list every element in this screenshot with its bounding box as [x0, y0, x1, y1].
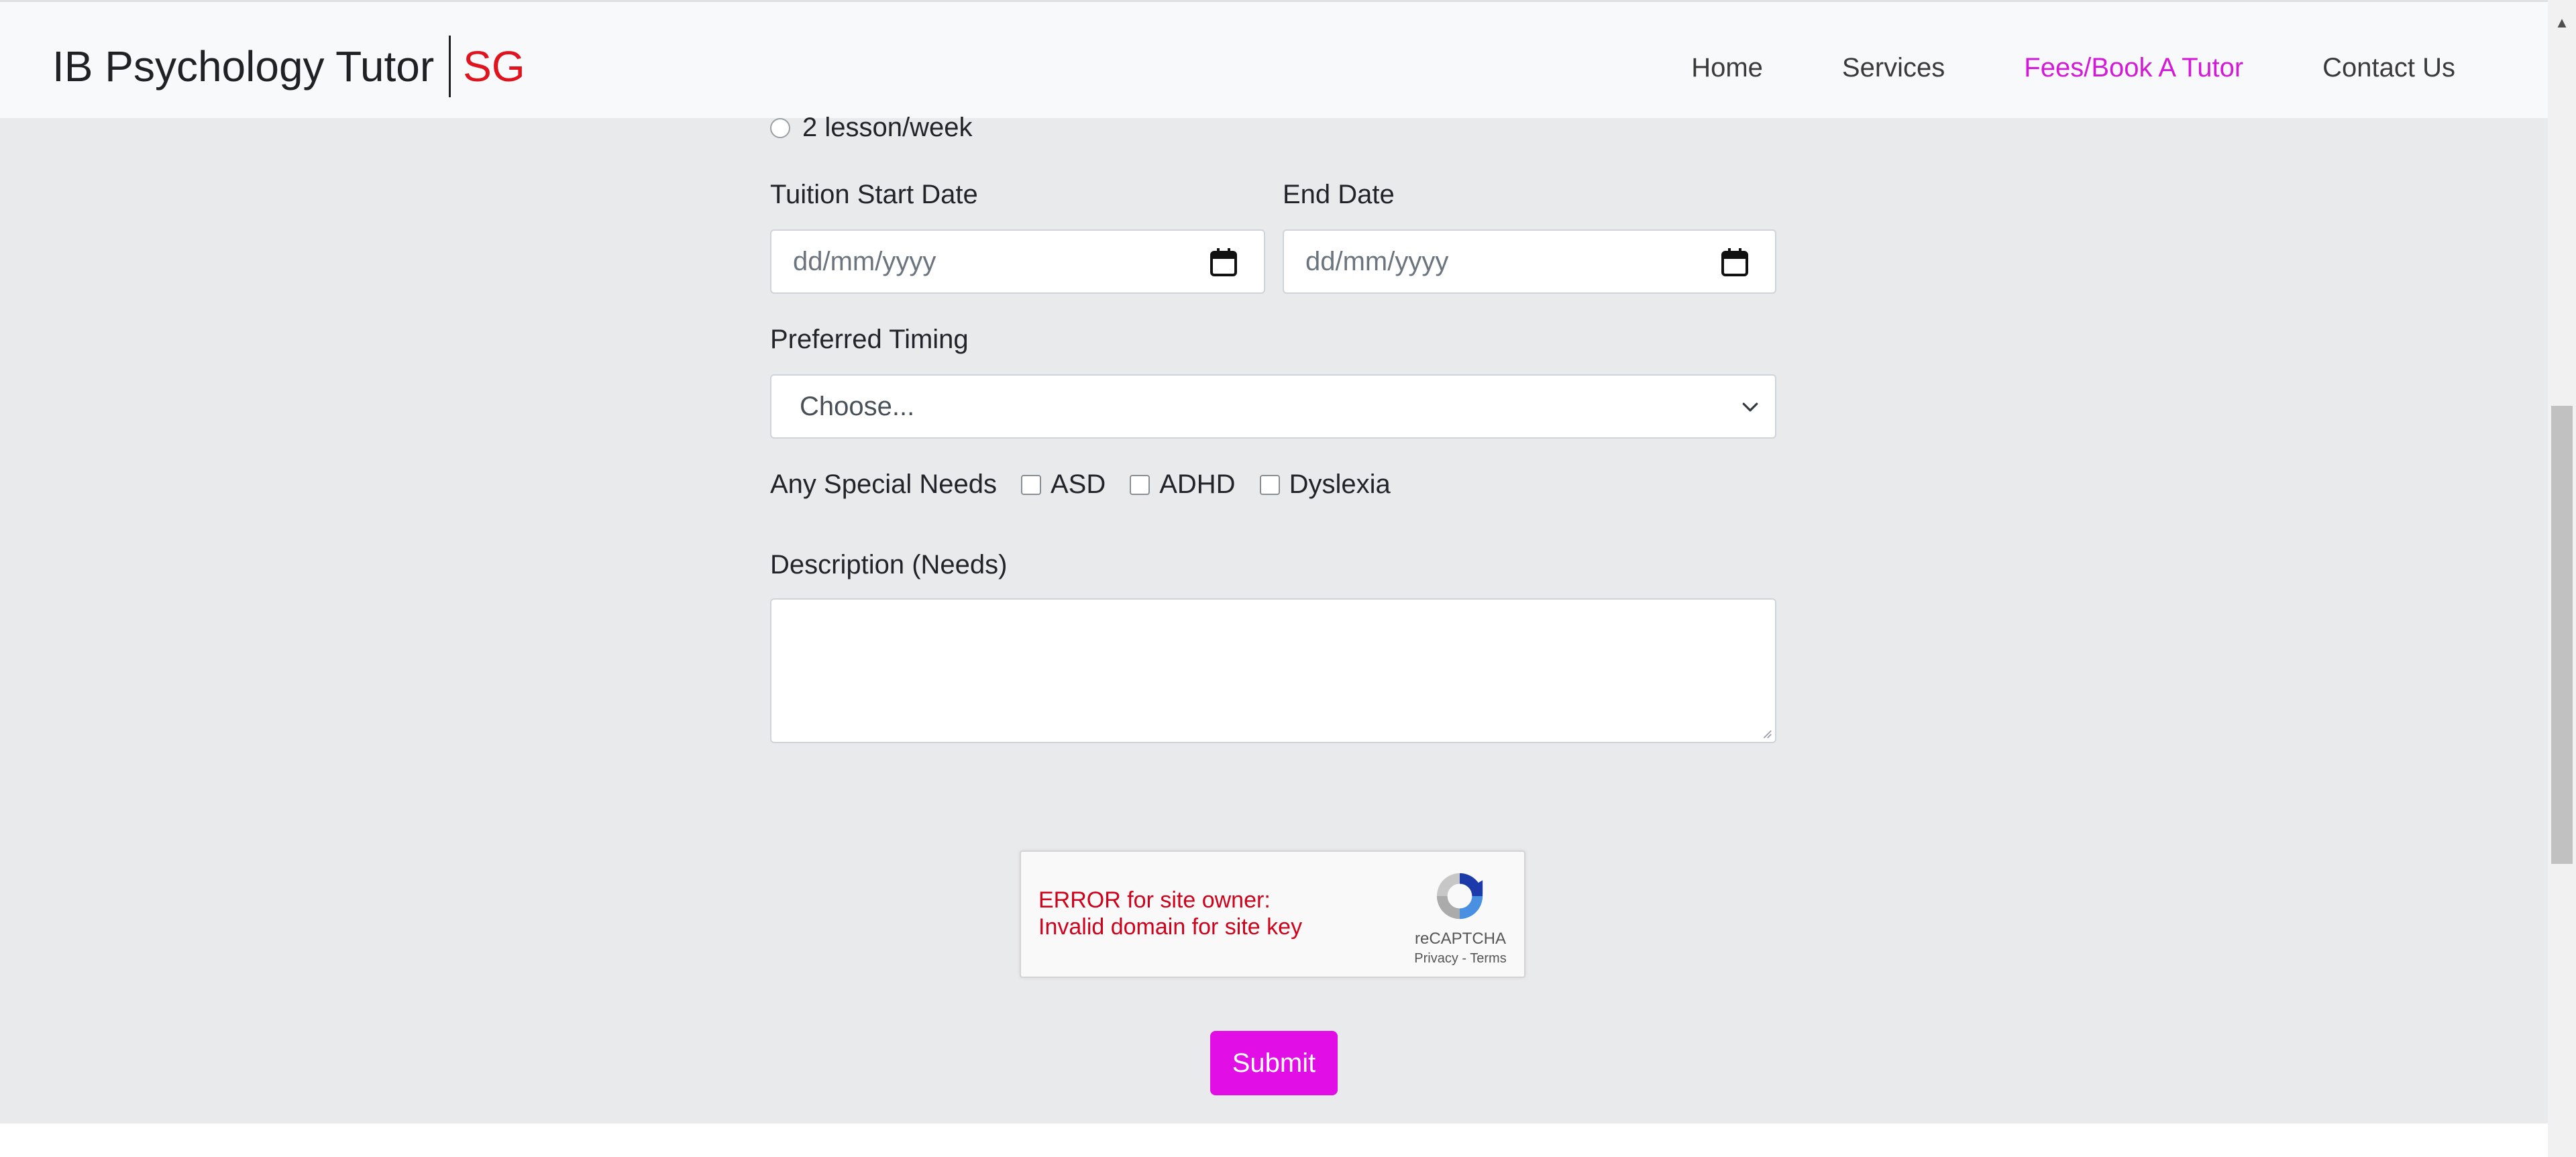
recaptcha-error: ERROR for site owner: Invalid domain for… [1038, 887, 1302, 940]
recaptcha-error-line2: Invalid domain for site key [1038, 914, 1303, 940]
brand-title: IB Psychology Tutor [52, 42, 435, 91]
frequency-option-label: 2 lesson/week [802, 113, 973, 142]
calendar-icon[interactable] [1210, 248, 1237, 276]
submit-button[interactable]: Submit [1210, 1031, 1338, 1095]
recaptcha-logo-icon [1436, 873, 1483, 920]
brand-logo[interactable]: IB Psychology Tutor SG [52, 34, 525, 99]
frequency-option-2-per-week[interactable]: 2 lesson/week [770, 113, 972, 143]
recaptcha-error-line1: ERROR for site owner: [1038, 887, 1271, 913]
end-date-label: End Date [1283, 180, 1395, 209]
start-date-label: Tuition Start Date [770, 180, 978, 209]
timing-select[interactable]: Choose... [770, 374, 1776, 439]
checkbox-adhd-label: ADHD [1159, 470, 1236, 499]
checkbox-dyslexia[interactable] [1259, 474, 1280, 495]
start-date-input[interactable]: dd/mm/yyyy [770, 229, 1265, 294]
nav-link-services[interactable]: Services [1842, 40, 1945, 96]
page-footer-strip [0, 1123, 2548, 1157]
start-date-placeholder: dd/mm/yyyy [793, 246, 936, 276]
end-date-placeholder: dd/mm/yyyy [1305, 246, 1449, 276]
resize-handle-icon[interactable] [1760, 727, 1772, 739]
timing-label: Preferred Timing [770, 325, 969, 354]
recaptcha-brand: reCAPTCHA [1414, 930, 1507, 948]
chevron-down-icon [1742, 402, 1758, 412]
description-textarea[interactable] [770, 598, 1776, 743]
timing-select-value: Choose... [800, 391, 915, 421]
special-need-adhd[interactable]: ADHD [1130, 470, 1236, 500]
special-need-asd[interactable]: ASD [1020, 470, 1106, 500]
nav-link-contact-us[interactable]: Contact Us [2322, 40, 2455, 96]
checkbox-asd[interactable] [1020, 474, 1041, 495]
calendar-icon[interactable] [1721, 248, 1748, 276]
description-label: Description (Needs) [770, 550, 1008, 580]
scrollbar-thumb[interactable] [2551, 406, 2573, 864]
special-need-dyslexia[interactable]: Dyslexia [1259, 470, 1391, 500]
recaptcha-privacy-terms[interactable]: Privacy - Terms [1383, 951, 1538, 967]
brand-suffix: SG [463, 42, 525, 91]
brand-divider [449, 36, 451, 97]
checkbox-asd-label: ASD [1050, 470, 1106, 499]
checkbox-adhd[interactable] [1130, 474, 1150, 495]
special-needs-row: Any Special Needs ASD ADHD Dyslexia [770, 470, 1391, 500]
frequency-radio[interactable] [770, 117, 790, 138]
page-scrollbar[interactable]: ▲ [2548, 0, 2576, 1157]
scroll-up-arrow-icon[interactable]: ▲ [2548, 15, 2576, 31]
special-needs-label: Any Special Needs [770, 470, 997, 499]
recaptcha-widget[interactable]: ERROR for site owner: Invalid domain for… [1020, 850, 1525, 978]
nav-link-fees-book-a-tutor[interactable]: Fees/Book A Tutor [2024, 40, 2243, 96]
end-date-input[interactable]: dd/mm/yyyy [1283, 229, 1776, 294]
checkbox-dyslexia-label: Dyslexia [1289, 470, 1391, 499]
